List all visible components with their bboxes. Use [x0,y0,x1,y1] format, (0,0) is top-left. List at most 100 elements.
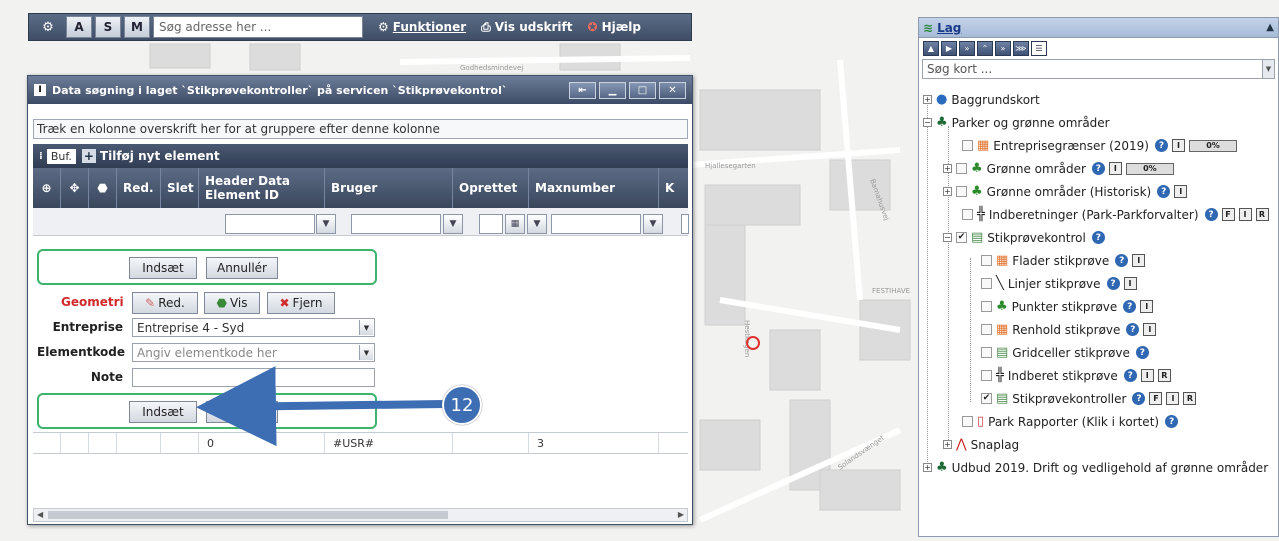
layer-item-indberet[interactable]: ╬ Indberet stikprøve? I R [981,368,1171,383]
opacity-slider[interactable]: 0% [1189,139,1237,152]
fast-forward-icon[interactable]: ⋙ [1013,40,1029,56]
help-icon[interactable]: ? [1132,392,1146,405]
collapse-icon[interactable]: ▲ [1266,22,1274,33]
layer-checkbox-checked[interactable]: ✔ [981,393,992,404]
globe-icon: ● [936,92,948,107]
layer-item-flader[interactable]: ▦ Flader stikprøve? I [981,253,1146,268]
layer-label: Linjer stikprøve [1007,276,1101,291]
help-icon[interactable]: ? [1126,323,1140,336]
report-icon[interactable]: R [1157,369,1171,382]
layer-item-stikproevekontrol[interactable]: − ✔ ▤ Stikprøvekontrol? [943,230,1105,245]
layer-checkbox[interactable] [962,416,973,427]
layer-item-groenne-omraader[interactable]: + ♣ Grønne områder? I 0% [943,161,1174,176]
layers-icon: ≋ [923,20,934,35]
info-icon[interactable]: I [1108,162,1122,175]
layer-checkbox[interactable] [981,347,992,358]
layer-checkbox[interactable] [962,140,973,151]
layer-label: Baggrundskort [951,92,1040,107]
collapse-icon[interactable]: − [923,118,932,127]
form-icon[interactable]: F [1149,392,1163,405]
layer-title-label: Lag [937,20,962,35]
info-icon[interactable]: I [1140,369,1154,382]
info-icon[interactable]: I [1143,323,1157,336]
layer-checkbox[interactable] [981,255,992,266]
report-icon[interactable]: R [1255,208,1269,221]
layer-label: Grønne områder [986,161,1086,176]
info-icon[interactable]: I [1166,392,1180,405]
layer-item-parker[interactable]: − ♣ Parker og grønne områder [923,115,1110,130]
layer-label: Indberetninger (Park-Parkforvalter) [988,207,1199,222]
layer-item-punkter[interactable]: ♣ Punkter stikprøve? I [981,299,1154,314]
form-icon[interactable]: F [1221,208,1235,221]
info-icon[interactable]: I [1172,139,1185,152]
layer-panel-title[interactable]: ≋ Lag ▲ [919,18,1278,38]
layer-item-park-rapporter[interactable]: ▯ Park Rapporter (Klik i kortet)? [962,414,1179,429]
opacity-slider[interactable]: 0% [1125,162,1174,175]
help-icon[interactable]: ? [1204,208,1218,221]
expand-icon[interactable]: + [943,187,952,196]
help-icon[interactable]: ? [1155,139,1168,152]
layer-item-indberetninger[interactable]: ╬ Indberetninger (Park-Parkforvalter)? F I R [962,207,1269,222]
info-icon[interactable]: I [1123,277,1137,290]
expand-icon[interactable]: ▶ [941,40,957,56]
tree-connector [927,98,928,470]
tree-icon: ♣ [971,161,983,176]
collapse-all-icon[interactable]: ▲ [923,40,939,56]
help-icon[interactable]: ? [1106,277,1120,290]
next-icon[interactable]: » [959,40,975,56]
grid-layer-icon: ▤ [996,391,1009,406]
layer-checkbox[interactable] [981,324,992,335]
layer-search-input[interactable]: Søg kort ... ▼ [922,59,1275,79]
grid-layer-icon: ▤ [971,230,984,245]
layer-checkbox[interactable] [962,209,973,220]
layer-item-stikproevekontroller[interactable]: ✔ ▤ Stikprøvekontroller? F I R [981,391,1197,406]
help-icon[interactable]: ? [1115,254,1129,267]
help-icon[interactable]: ? [1165,415,1179,428]
info-icon[interactable]: I [1238,208,1252,221]
layer-item-groenne-historisk[interactable]: + ♣ Grønne områder (Historisk)? I [943,184,1188,199]
layer-label: Flader stikprøve [1012,253,1110,268]
forward-icon[interactable]: » [995,40,1011,56]
grid-layer-icon: ▤ [996,345,1009,360]
info-icon[interactable]: I [1174,185,1188,198]
layer-label: Renhold stikprøve [1012,322,1121,337]
layer-item-gridceller[interactable]: ▤ Gridceller stikprøve? [981,345,1149,360]
expand-icon[interactable]: + [923,463,932,472]
annotation-arrow [196,366,446,447]
info-icon[interactable]: I [1132,254,1146,267]
help-icon[interactable]: ? [1135,346,1149,359]
layer-label: Park Rapporter (Klik i kortet) [988,414,1160,429]
list-icon[interactable]: ☰ [1031,40,1047,56]
info-icon[interactable]: I [1140,300,1154,313]
chevron-down-icon[interactable]: ▼ [1262,60,1274,78]
layer-item-baggrundskort[interactable]: + ● Baggrundskort [923,92,1040,107]
up-icon[interactable]: ⌃ [977,40,993,56]
expand-icon[interactable]: + [943,164,952,173]
layer-checkbox-checked[interactable]: ✔ [956,232,967,243]
collapse-icon[interactable]: − [943,233,952,242]
expand-icon[interactable]: + [923,95,932,104]
layer-item-snaplag[interactable]: + ⋀ Snaplag [943,437,1019,452]
help-icon[interactable]: ? [1091,162,1105,175]
layer-tools: ▲ ▶ » ⌃ » ⋙ ☰ [919,38,1278,58]
help-icon[interactable]: ? [1091,231,1105,244]
layer-checkbox[interactable] [981,301,992,312]
help-icon[interactable]: ? [1123,369,1137,382]
report-icon[interactable]: R [1183,392,1197,405]
help-icon[interactable]: ? [1157,185,1171,198]
help-icon[interactable]: ? [1123,300,1137,313]
expand-icon[interactable]: + [943,440,952,449]
layer-item-entreprisegraenser[interactable]: ▦ Entreprisegrænser (2019)? I 0% [962,138,1237,153]
layer-checkbox[interactable] [956,163,967,174]
layer-checkbox[interactable] [981,278,992,289]
line-layer-icon: ╲ [996,276,1004,291]
layer-search-placeholder: Søg kort ... [927,62,993,76]
grid-points-icon: ╬ [996,368,1004,383]
grid-points-icon: ╬ [977,207,985,222]
layer-item-renhold[interactable]: ▦ Renhold stikprøve? I [981,322,1157,337]
layer-checkbox[interactable] [981,370,992,381]
layer-item-udbud[interactable]: + ♣ Udbud 2019. Drift og vedligehold af gr… [923,460,1268,475]
layer-item-linjer[interactable]: ╲ Linjer stikprøve? I [981,276,1137,291]
layer-label: Gridceller stikprøve [1012,345,1130,360]
layer-checkbox[interactable] [956,186,967,197]
